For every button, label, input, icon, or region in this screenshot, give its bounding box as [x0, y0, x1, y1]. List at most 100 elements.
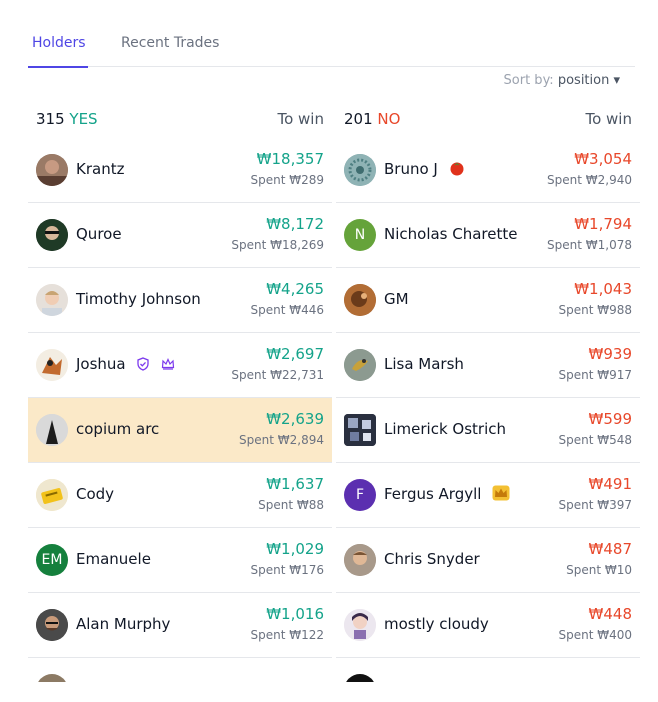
holder-row[interactable]: Lisa Marsh ₩939 Spent ₩917: [336, 333, 640, 398]
tomato-icon: [449, 160, 465, 180]
no-holders-column: 201 NO To win Bruno J ₩3,054 Spent ₩2,94…: [336, 104, 640, 682]
holder-to-win: ₩1,794: [574, 215, 632, 233]
holder-name[interactable]: Fergus Argyll: [384, 485, 510, 505]
holder-to-win: ₩1,637: [266, 475, 324, 493]
holder-spent: Spent ₩289: [250, 173, 324, 187]
holder-row[interactable]: Chris Snyder ₩487 Spent ₩10: [336, 528, 640, 593]
holder-row[interactable]: F Fergus Argyll ₩491 Spent ₩397: [336, 463, 640, 528]
holder-spent: Spent ₩122: [250, 628, 324, 642]
yes-count: 315: [36, 110, 65, 128]
avatar[interactable]: EM: [36, 544, 68, 576]
holder-spent: Spent ₩2,894: [239, 433, 324, 447]
avatar-initials: F: [355, 487, 365, 503]
holder-to-win: ₩2,639: [266, 410, 324, 428]
holder-row[interactable]: N Nicholas Charette ₩1,794 Spent ₩1,078: [336, 203, 640, 268]
holder-name-text: Joshua: [76, 355, 126, 373]
holder-name[interactable]: Emanuele: [76, 550, 151, 568]
holder-name[interactable]: Timothy Johnson: [76, 290, 201, 308]
shield-check-icon: [136, 357, 150, 375]
holder-row[interactable]: Timothy Johnson ₩4,265 Spent ₩446: [28, 268, 332, 333]
avatar: [36, 674, 68, 682]
holder-spent: Spent ₩446: [250, 303, 324, 317]
holder-name[interactable]: GM: [384, 290, 409, 308]
avatar[interactable]: [344, 414, 376, 446]
crown-badge-icon: [492, 485, 510, 505]
holder-to-win: ₩1,043: [574, 280, 632, 298]
holder-to-win: ₩3,054: [574, 150, 632, 168]
holder-spent: Spent ₩88: [258, 498, 324, 512]
avatar: [344, 674, 376, 682]
sort-dropdown[interactable]: Sort by: position ▾: [504, 73, 620, 88]
holder-row[interactable]: EM Emanuele ₩1,029 Spent ₩176: [28, 528, 332, 593]
holder-to-win: ₩4,265: [266, 280, 324, 298]
holder-row[interactable]: Bruno J ₩3,054 Spent ₩2,940: [336, 138, 640, 203]
holder-to-win: ₩448: [588, 605, 632, 623]
holder-spent: Spent ₩397: [558, 498, 632, 512]
holder-to-win: ₩599: [588, 410, 632, 428]
tab-holders[interactable]: Holders: [28, 34, 88, 68]
holder-row-highlighted[interactable]: copium arc ₩2,639 Spent ₩2,894: [28, 398, 332, 463]
holder-name[interactable]: Nicholas Charette: [384, 225, 518, 243]
holder-row[interactable]: Krantz ₩18,357 Spent ₩289: [28, 138, 332, 203]
holder-row[interactable]: GM ₩1,043 Spent ₩988: [336, 268, 640, 333]
avatar[interactable]: [344, 544, 376, 576]
holder-row[interactable]: Cody ₩1,637 Spent ₩88: [28, 463, 332, 528]
no-count-label: 201 NO: [344, 110, 400, 128]
holder-name[interactable]: Chris Snyder: [384, 550, 480, 568]
holder-name[interactable]: Alan Murphy: [76, 615, 170, 633]
avatar-initials: N: [354, 227, 366, 243]
holder-row-partial: [28, 658, 332, 682]
tab-recent-trades[interactable]: Recent Trades: [117, 34, 223, 66]
holder-name[interactable]: Limerick Ostrich: [384, 420, 506, 438]
avatar[interactable]: [344, 349, 376, 381]
holder-row[interactable]: mostly cloudy ₩448 Spent ₩400: [336, 593, 640, 658]
holder-spent: Spent ₩1,078: [547, 238, 632, 252]
avatar[interactable]: [36, 479, 68, 511]
holder-name[interactable]: Lisa Marsh: [384, 355, 464, 373]
holder-name[interactable]: Joshua: [76, 355, 175, 375]
no-count: 201: [344, 110, 373, 128]
holder-row[interactable]: Alan Murphy ₩1,016 Spent ₩122: [28, 593, 332, 658]
holder-spent: Spent ₩10: [566, 563, 632, 577]
yes-count-label: 315 YES: [36, 110, 98, 128]
holder-spent: Spent ₩18,269: [231, 238, 324, 252]
holder-to-win: ₩487: [588, 540, 632, 558]
avatar[interactable]: [36, 284, 68, 316]
holder-spent: Spent ₩2,940: [547, 173, 632, 187]
yes-side-label: YES: [69, 110, 98, 128]
avatar[interactable]: [36, 349, 68, 381]
sort-label: Sort by:: [503, 73, 554, 88]
holder-to-win: ₩1,016: [266, 605, 324, 623]
avatar[interactable]: [36, 154, 68, 186]
avatar[interactable]: [36, 609, 68, 641]
sort-value: position ▾: [557, 73, 620, 88]
holder-name[interactable]: Krantz: [76, 160, 124, 178]
holder-row[interactable]: Limerick Ostrich ₩599 Spent ₩548: [336, 398, 640, 463]
avatar[interactable]: [344, 284, 376, 316]
holder-spent: Spent ₩400: [558, 628, 632, 642]
holder-spent: Spent ₩22,731: [231, 368, 324, 382]
avatar[interactable]: [344, 609, 376, 641]
avatar[interactable]: [36, 414, 68, 446]
holder-to-win: ₩18,357: [256, 150, 324, 168]
holder-to-win: ₩8,172: [266, 215, 324, 233]
holder-name-text: Fergus Argyll: [384, 485, 482, 503]
tab-bar: Holders Recent Trades: [28, 24, 635, 68]
avatar[interactable]: F: [344, 479, 376, 511]
holder-name[interactable]: mostly cloudy: [384, 615, 489, 633]
holder-name[interactable]: copium arc: [76, 420, 159, 438]
holder-spent: Spent ₩548: [558, 433, 632, 447]
holder-name[interactable]: Bruno J: [384, 160, 465, 180]
holder-to-win: ₩2,697: [266, 345, 324, 363]
holder-name-text: Bruno J: [384, 160, 438, 178]
holder-row[interactable]: Quroe ₩8,172 Spent ₩18,269: [28, 203, 332, 268]
holder-row[interactable]: Joshua ₩2,697 Spent ₩22,731: [28, 333, 332, 398]
avatar[interactable]: [36, 219, 68, 251]
avatar-initials: EM: [41, 552, 63, 568]
holder-spent: Spent ₩988: [558, 303, 632, 317]
yes-column-header: 315 YES To win: [28, 104, 332, 138]
holder-name[interactable]: Quroe: [76, 225, 122, 243]
avatar[interactable]: N: [344, 219, 376, 251]
avatar[interactable]: [344, 154, 376, 186]
holder-name[interactable]: Cody: [76, 485, 114, 503]
